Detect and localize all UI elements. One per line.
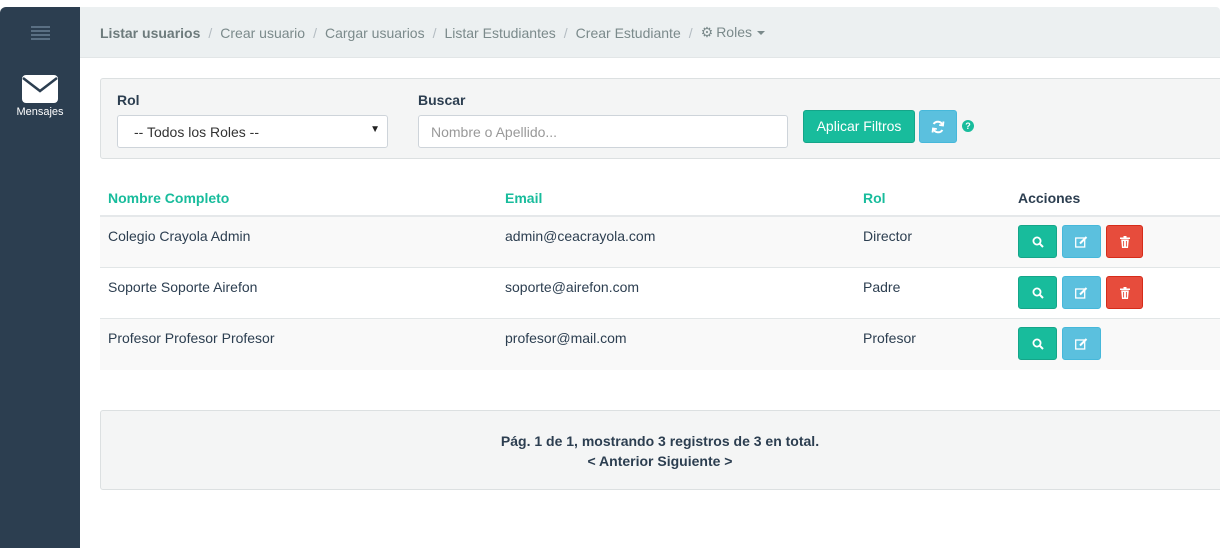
refresh-button[interactable] — [919, 110, 957, 143]
view-button[interactable] — [1018, 276, 1057, 309]
cell-name: Colegio Crayola Admin — [108, 228, 251, 244]
column-header-actions: Acciones — [1018, 190, 1081, 206]
cell-role: Padre — [863, 279, 901, 295]
nav-upload-users[interactable]: Cargar usuarios — [325, 25, 425, 41]
pagination-panel: Pág. 1 de 1, mostrando 3 registros de 3 … — [100, 410, 1220, 490]
sidebar-item-label: Mensajes — [16, 106, 64, 118]
nav-create-user[interactable]: Crear usuario — [220, 25, 305, 41]
role-filter-label: Rol — [117, 92, 140, 108]
cell-name: Soporte Soporte Airefon — [108, 279, 258, 295]
search-label: Buscar — [418, 92, 466, 108]
edit-icon — [1075, 286, 1088, 299]
view-button[interactable] — [1018, 327, 1057, 360]
table-row: Profesor Profesor Profesor profesor@mail… — [100, 319, 1220, 370]
trash-icon — [1119, 235, 1130, 248]
breadcrumb-separator: / — [313, 24, 317, 41]
pagination-links: < Anterior Siguiente > — [101, 453, 1219, 469]
users-table: Nombre Completo Email Rol Acciones Coleg… — [100, 180, 1220, 370]
cell-email: profesor@mail.com — [505, 330, 627, 346]
table-row: Soporte Soporte Airefon soporte@airefon.… — [100, 268, 1220, 319]
previous-page-link[interactable]: < Anterior — [588, 453, 654, 469]
sidebar: Mensajes — [0, 7, 80, 548]
cell-email: soporte@airefon.com — [505, 279, 640, 295]
nav-list-users[interactable]: Listar usuarios — [100, 25, 200, 41]
nav-list-students[interactable]: Listar Estudiantes — [444, 25, 555, 41]
breadcrumb-separator: / — [432, 24, 437, 41]
breadcrumb-separator: / — [208, 24, 213, 41]
search-input[interactable] — [418, 115, 788, 148]
filter-panel: Rol Buscar -- Todos los Roles -- ▼ Aplic… — [100, 78, 1220, 159]
breadcrumb-separator: / — [688, 24, 693, 41]
column-header-role[interactable]: Rol — [863, 190, 886, 206]
view-button[interactable] — [1018, 225, 1057, 258]
envelope-icon — [22, 75, 58, 103]
select-arrow-icon: ▼ — [370, 124, 380, 135]
table-header: Nombre Completo Email Rol Acciones — [100, 180, 1220, 217]
help-icon[interactable]: ? — [962, 120, 974, 132]
gear-icon: ⚙ — [700, 24, 714, 40]
table-row: Colegio Crayola Admin admin@ceacrayola.c… — [100, 217, 1220, 268]
cell-role: Director — [863, 228, 913, 244]
top-navbar: Listar usuarios / Crear usuario / Cargar… — [80, 7, 1220, 58]
cell-email: admin@ceacrayola.com — [505, 228, 656, 244]
edit-button[interactable] — [1062, 327, 1101, 360]
edit-icon — [1075, 337, 1088, 350]
delete-button[interactable] — [1106, 276, 1143, 309]
breadcrumb: Listar usuarios / Crear usuario / Cargar… — [100, 24, 765, 41]
column-header-email[interactable]: Email — [505, 190, 542, 206]
search-icon — [1032, 287, 1044, 299]
column-header-name[interactable]: Nombre Completo — [108, 190, 229, 206]
nav-roles-dropdown[interactable]: ⚙ Roles — [701, 24, 765, 41]
edit-icon — [1075, 235, 1088, 248]
sidebar-item-messages[interactable]: Mensajes — [0, 75, 80, 118]
row-actions — [1018, 225, 1143, 258]
apply-filters-button[interactable]: Aplicar Filtros — [803, 110, 915, 143]
row-actions — [1018, 276, 1143, 309]
pagination-info: Pág. 1 de 1, mostrando 3 registros de 3 … — [500, 433, 820, 449]
search-icon — [1032, 338, 1044, 350]
role-select[interactable]: -- Todos los Roles -- ▼ — [117, 115, 388, 148]
role-select-value: -- Todos los Roles -- — [134, 124, 260, 140]
refresh-icon — [931, 120, 945, 134]
edit-button[interactable] — [1062, 276, 1101, 309]
breadcrumb-separator: / — [563, 24, 568, 41]
next-page-link[interactable]: Siguiente > — [657, 453, 732, 469]
menu-toggle-icon[interactable] — [31, 26, 50, 40]
caret-down-icon — [756, 31, 765, 36]
nav-create-student[interactable]: Crear Estudiante — [576, 25, 681, 41]
edit-button[interactable] — [1062, 225, 1101, 258]
cell-name: Profesor Profesor Profesor — [108, 330, 275, 346]
roles-label: Roles — [716, 24, 752, 40]
trash-icon — [1119, 286, 1130, 299]
cell-role: Profesor — [863, 330, 916, 346]
row-actions — [1018, 327, 1101, 360]
delete-button[interactable] — [1106, 225, 1143, 258]
search-icon — [1032, 236, 1044, 248]
